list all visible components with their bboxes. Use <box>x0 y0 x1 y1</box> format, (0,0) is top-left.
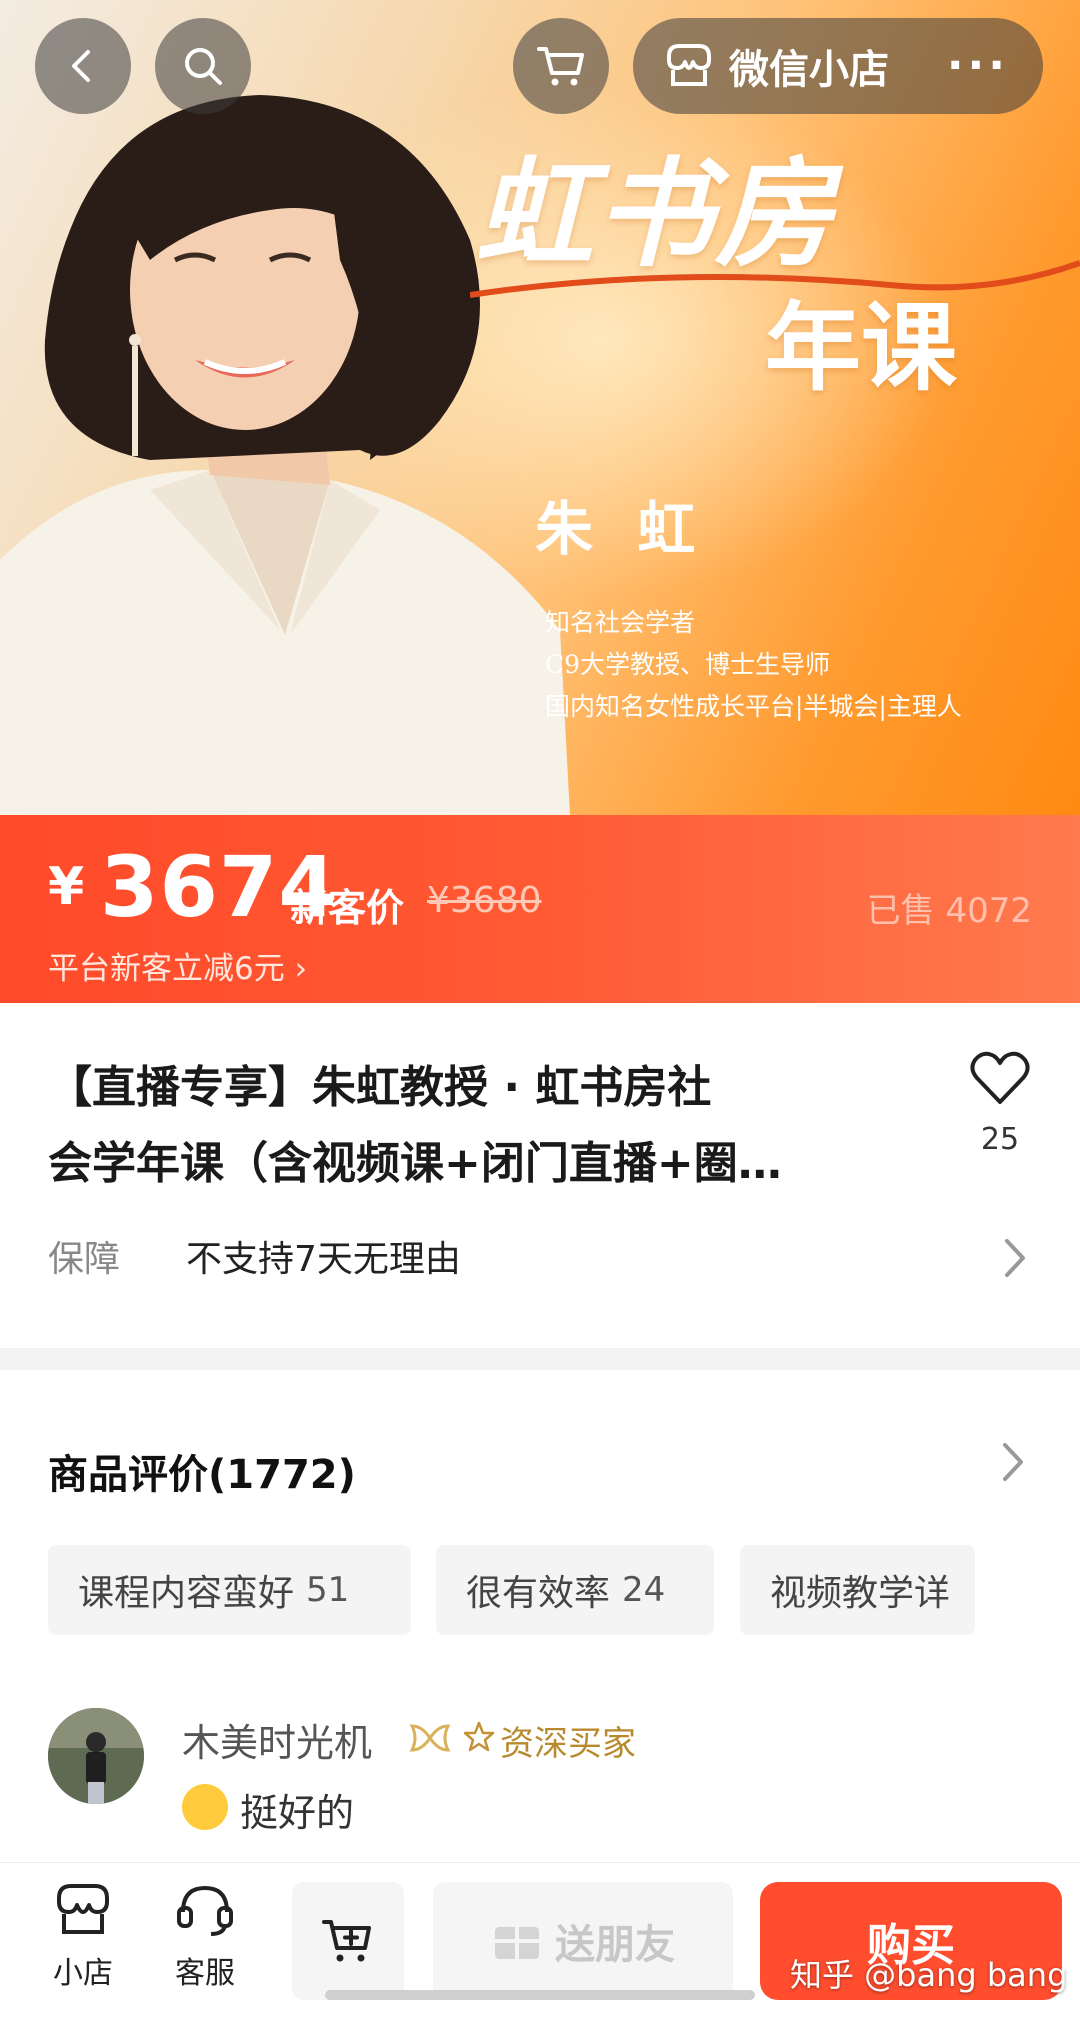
chevron-right-icon[interactable] <box>1002 1236 1028 1280</box>
wechat-store-pill[interactable]: 微信小店 ··· <box>633 18 1043 114</box>
reviews-title[interactable]: 商品评价(1772) <box>48 1442 356 1500</box>
product-hero-image[interactable]: 虹书房 年课 朱 虹 知名社会学者 C9大学教授、博士生导师 国内知名女性成长平… <box>0 0 1080 815</box>
heart-icon <box>970 1051 1030 1104</box>
add-to-cart-button[interactable] <box>292 1882 404 2000</box>
review-tag[interactable]: 很有效率 24 <box>436 1545 714 1635</box>
avatar[interactable] <box>48 1708 144 1804</box>
store-label: 微信小店 <box>729 47 889 93</box>
search-button[interactable] <box>155 18 251 114</box>
star-icon <box>463 1721 495 1752</box>
hero-credential: 知名社会学者 <box>545 608 696 637</box>
back-button[interactable] <box>35 18 131 114</box>
customer-service-label: 客服 <box>175 1956 235 1991</box>
search-icon <box>185 48 222 85</box>
favorite-button[interactable] <box>965 1050 1035 1110</box>
review-tag-label: 很有效率 <box>466 1573 611 1614</box>
watermark: 知乎 @bang bang <box>790 1956 1068 1994</box>
headset-icon <box>177 1885 233 1936</box>
hero-subtitle: 年课 <box>765 292 957 404</box>
product-title-line: 【直播专享】朱虹教授 · 虹书房社 <box>48 1062 712 1113</box>
avatar-image <box>48 1708 144 1804</box>
hero-credential: C9大学教授、博士生导师 <box>545 650 831 679</box>
chevron-left-icon <box>72 50 90 82</box>
discount-link[interactable]: 平台新客立减6元 › <box>48 943 307 988</box>
hero-name: 朱 虹 <box>535 495 708 563</box>
store-icon <box>57 1884 109 1934</box>
customer-service-tab[interactable]: 客服 <box>155 1880 255 1992</box>
review-text: 挺好的 <box>240 1791 355 1835</box>
send-to-friend-label: 送朋友 <box>555 1922 675 1968</box>
emoji-icon <box>182 1784 228 1830</box>
original-price: ¥3680 <box>427 880 542 921</box>
review-tag-count: 51 <box>306 1570 350 1610</box>
home-indicator[interactable] <box>325 1990 755 2000</box>
gift-icon <box>495 1927 539 1959</box>
cart-icon <box>537 47 584 86</box>
send-to-friend-button[interactable]: 送朋友 <box>433 1882 733 2000</box>
section-divider <box>0 1348 1080 1370</box>
cart-button[interactable] <box>513 18 609 114</box>
review-tag[interactable]: 课程内容蛮好 51 <box>48 1545 411 1635</box>
review-tag-count: 24 <box>622 1570 666 1610</box>
shop-tab-label: 小店 <box>53 1956 113 1991</box>
reviewer-name: 木美时光机 <box>182 1721 373 1765</box>
more-icon[interactable]: ··· <box>947 44 1009 88</box>
hero-title: 虹书房 <box>475 145 836 283</box>
new-customer-label: 新客价 <box>290 886 405 930</box>
review-tag[interactable]: 视频教学详 <box>740 1545 975 1635</box>
store-icon <box>667 44 711 86</box>
add-cart-icon <box>322 1920 371 1962</box>
product-title-line: 会学年课（含视频课+闭门直播+圈… <box>48 1138 782 1189</box>
guarantee-value[interactable]: 不支持7天无理由 <box>186 1230 461 1282</box>
review-tag-label: 课程内容蛮好 <box>78 1573 295 1614</box>
sold-count: 已售 4072 <box>866 891 1032 931</box>
guarantee-label: 保障 <box>48 1239 121 1280</box>
currency-symbol: ¥ <box>48 857 85 917</box>
member-badge-icon <box>409 1724 451 1752</box>
shop-tab[interactable]: 小店 <box>33 1880 133 1992</box>
buyer-level-badge: 资深买家 <box>500 1724 636 1764</box>
hero-credential: 国内知名女性成长平台|半城会|主理人 <box>545 692 962 721</box>
product-title: 【直播专享】朱虹教授 · 虹书房社 会学年课（含视频课+闭门直播+圈… <box>48 1050 888 1202</box>
favorite-count: 25 <box>980 1122 1020 1157</box>
chevron-right-icon[interactable] <box>1000 1440 1026 1484</box>
review-tag-label: 视频教学详 <box>770 1573 951 1614</box>
